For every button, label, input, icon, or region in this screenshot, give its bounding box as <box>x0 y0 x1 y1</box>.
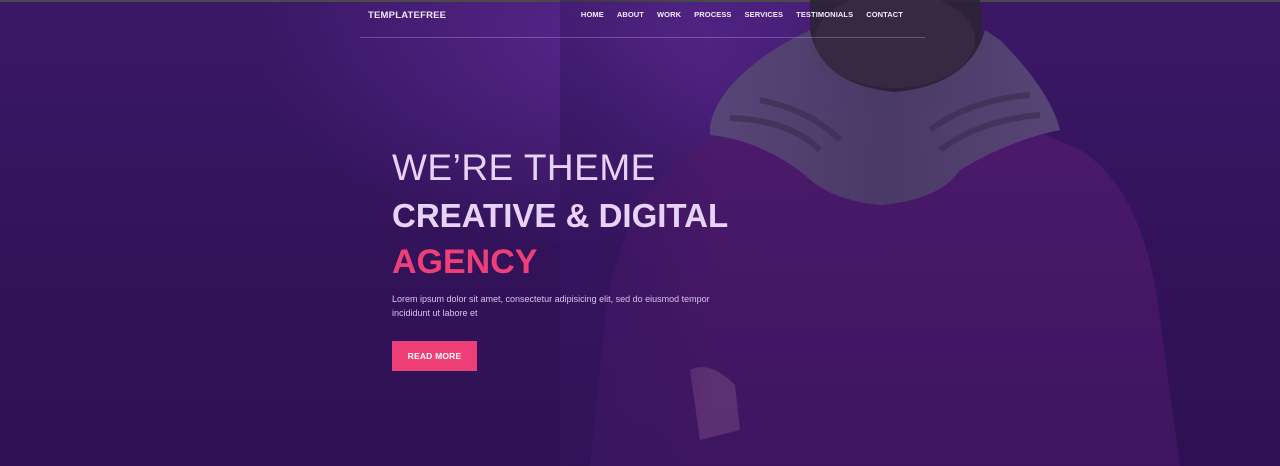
nav-item-contact[interactable]: CONTACT <box>866 10 903 19</box>
nav-item-services[interactable]: SERVICES <box>745 10 784 19</box>
brand-logo[interactable]: TEMPLATEFREE <box>368 10 446 21</box>
nav-item-testimonials[interactable]: TESTIMONIALS <box>796 10 853 19</box>
hero-headline: WE’RE THEME CREATIVE & DIGITAL AGENCY <box>392 148 728 282</box>
nav-menu: HOME ABOUT WORK PROCESS SERVICES TESTIMO… <box>581 10 903 19</box>
headline-line-1: WE’RE THEME <box>392 147 656 188</box>
nav-item-about[interactable]: ABOUT <box>617 10 644 19</box>
nav-item-process[interactable]: PROCESS <box>694 10 731 19</box>
nav-item-home[interactable]: HOME <box>581 10 604 19</box>
hero-description: Lorem ipsum dolor sit amet, consectetur … <box>392 294 710 318</box>
headline-line-2: CREATIVE & DIGITAL <box>392 197 729 234</box>
hero-section: TEMPLATEFREE HOME ABOUT WORK PROCESS SER… <box>0 0 1280 466</box>
read-more-button[interactable]: READ MORE <box>392 341 477 371</box>
top-navigation: TEMPLATEFREE HOME ABOUT WORK PROCESS SER… <box>360 0 925 38</box>
headline-line-3: AGENCY <box>392 243 538 281</box>
nav-item-work[interactable]: WORK <box>657 10 681 19</box>
